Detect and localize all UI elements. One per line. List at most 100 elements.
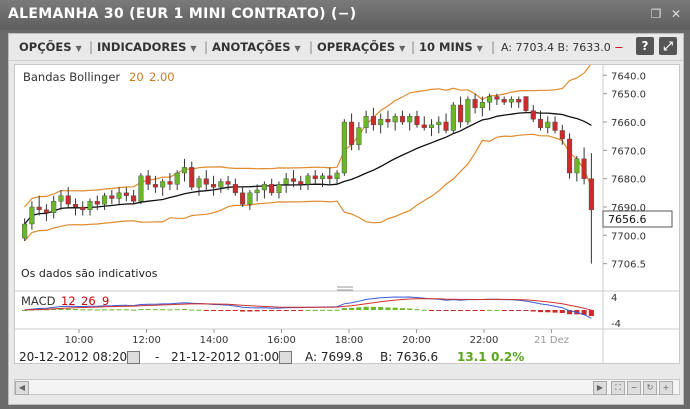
menu-interval[interactable]: 10 MINS ▼ <box>419 40 483 54</box>
candle-body <box>232 184 238 194</box>
candle-body <box>574 158 580 174</box>
candle-body <box>479 101 485 109</box>
close-icon[interactable]: ✕ <box>670 8 682 20</box>
macd-histogram-bar <box>138 309 144 311</box>
candle-body <box>407 116 413 123</box>
candle-body <box>276 184 282 194</box>
macd-histogram-bar <box>370 306 376 310</box>
candle-body <box>22 223 28 239</box>
macd-histogram-bar <box>276 310 282 311</box>
candle-body <box>414 116 420 126</box>
candle-body <box>581 158 587 179</box>
calendar-icon[interactable] <box>279 351 292 364</box>
macd-histogram-bar <box>167 309 173 311</box>
candle-body <box>174 172 180 185</box>
restore-icon[interactable]: ❐ <box>650 8 662 20</box>
candle-body <box>523 96 529 111</box>
macd-label: MACD <box>21 294 56 308</box>
candle-body <box>283 178 289 185</box>
macd-histogram-bar <box>588 310 594 316</box>
price-tick-label: 7650.0 <box>611 90 646 101</box>
price-tick-label: 7640.0 <box>611 71 646 82</box>
macd-histogram-bar <box>327 309 333 311</box>
macd-histogram-bar <box>472 310 478 311</box>
macd-histogram-bar <box>218 310 224 311</box>
chart-area[interactable]: 7706.5 7700.0 7690.0 7680.0 7670.0 7660.0 7650… <box>14 63 680 364</box>
menu-indicators[interactable]: INDICADORES ▼ <box>97 40 197 54</box>
zoom-fit-icon[interactable]: ⛶ <box>611 381 625 395</box>
macd-histogram-bar <box>254 310 260 312</box>
macd-histogram-bar <box>319 309 326 311</box>
macd-pane-handle[interactable] <box>337 286 353 291</box>
macd-histogram-bar <box>523 310 529 311</box>
macd-histogram-bar <box>225 310 231 311</box>
scroll-right-icon[interactable]: ▶ <box>593 381 607 395</box>
chevron-down-icon: ▼ <box>75 44 82 53</box>
macd-histogram-bar <box>247 310 253 312</box>
macd-histogram-bar <box>87 309 93 311</box>
time-scrollbar[interactable]: ◀ ▶ ⛶ − ↻ + <box>14 379 680 395</box>
candle-body <box>458 104 464 123</box>
macd-histogram-bar <box>487 309 493 311</box>
macd-histogram-bar <box>552 310 558 313</box>
macd-histogram-bar <box>559 310 565 313</box>
candle-body <box>65 195 71 205</box>
candle-body <box>131 195 137 202</box>
candle-body <box>370 116 376 126</box>
macd-histogram-bar <box>240 310 246 312</box>
date-range-footer: 20-12-2012 08:20 - 21-12-2012 01:00 A: 7… <box>9 346 683 376</box>
divider: | <box>411 40 416 54</box>
toolbar-ask: A: 7703.4 <box>501 41 555 54</box>
candle-body <box>123 192 129 196</box>
macd-histogram-bar <box>341 308 347 310</box>
macd-histogram-bar <box>94 309 100 311</box>
zoom-out-icon[interactable]: − <box>627 381 641 395</box>
candle-body <box>312 175 318 179</box>
help-button[interactable]: ? <box>636 37 654 55</box>
candle-body <box>240 192 246 205</box>
range-to[interactable]: 21-12-2012 01:00 <box>171 350 279 364</box>
menu-annotations[interactable]: ANOTAÇÕES ▼ <box>212 40 301 54</box>
fullscreen-button[interactable]: ⤢ <box>659 37 677 55</box>
candle-body <box>116 192 122 199</box>
macd-histogram-bar <box>516 310 522 311</box>
footer-bid: B: 7636.6 <box>380 350 439 364</box>
candle-body <box>501 99 507 103</box>
candle-body <box>225 181 231 185</box>
footer-pct: 0.2% <box>491 350 525 364</box>
candle-body <box>189 167 195 188</box>
menu-operations[interactable]: OPERAÇÕES ▼ <box>317 40 405 54</box>
candle-body <box>80 206 86 211</box>
calendar-icon[interactable] <box>127 351 140 364</box>
chart-window: ALEMANHA 30 (EUR 1 MINI CONTRATO) (−) ❐ … <box>0 0 690 409</box>
macd-histogram-bar <box>189 309 195 311</box>
range-from[interactable]: 20-12-2012 08:20 <box>19 350 127 364</box>
time-tick-label: 21 Dez <box>534 335 569 346</box>
macd-histogram-bar <box>131 309 137 311</box>
candle-body <box>349 121 355 145</box>
candle-body <box>160 181 166 188</box>
candle-body <box>43 209 49 213</box>
menu-options[interactable]: OPÇÕES ▼ <box>19 40 82 54</box>
zoom-in-icon[interactable]: + <box>659 381 673 395</box>
candle-body <box>465 99 471 123</box>
chevron-down-icon: ▼ <box>399 44 406 53</box>
macd-histogram-bar <box>290 310 297 311</box>
price-tick-label: 7670.0 <box>611 146 646 157</box>
scroll-left-icon[interactable]: ◀ <box>15 381 29 395</box>
macd-histogram-bar <box>421 309 427 311</box>
chevron-down-icon: ▼ <box>476 44 483 53</box>
candle-body <box>552 121 558 131</box>
candle-body <box>247 192 253 205</box>
macd-histogram-bar <box>160 309 166 311</box>
macd-histogram-bar <box>145 309 151 311</box>
disclaimer-text: Os dados são indicativos <box>21 267 158 280</box>
candle-body <box>334 172 340 179</box>
candle-body <box>392 116 398 123</box>
candle-body <box>58 195 64 202</box>
macd-histogram-bar <box>312 309 318 311</box>
time-tick-label: 22:00 <box>470 335 499 346</box>
candle-body <box>87 201 93 211</box>
title-bar: ALEMANHA 30 (EUR 1 MINI CONTRATO) (−) ❐ … <box>0 0 690 30</box>
reset-icon[interactable]: ↻ <box>643 381 657 395</box>
